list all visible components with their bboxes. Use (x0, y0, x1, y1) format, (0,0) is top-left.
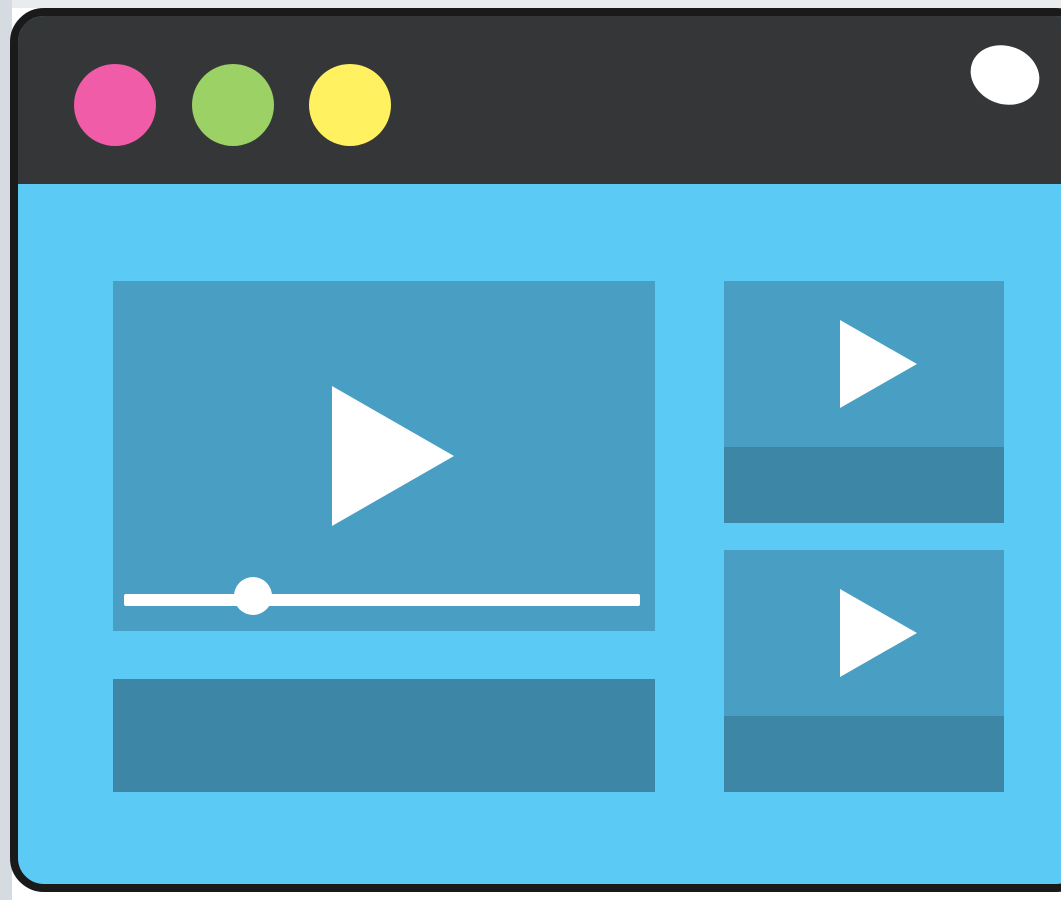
window-menu-icon[interactable] (962, 35, 1048, 115)
background-top-strip (0, 0, 1061, 8)
maximize-button[interactable] (309, 64, 391, 146)
side-video-thumbnail-1[interactable] (724, 281, 1004, 523)
play-icon (840, 589, 917, 677)
side-video-caption-1 (724, 447, 1004, 523)
video-description-panel (113, 679, 655, 792)
progress-bar[interactable] (124, 594, 640, 606)
title-bar (18, 16, 1061, 184)
close-button[interactable] (74, 64, 156, 146)
side-video-thumbnail-2[interactable] (724, 550, 1004, 792)
play-icon (840, 320, 917, 408)
play-icon[interactable] (332, 386, 454, 526)
browser-window (10, 8, 1061, 892)
main-video-player[interactable] (113, 281, 655, 631)
side-video-caption-2 (724, 716, 1004, 792)
progress-knob[interactable] (234, 577, 272, 615)
minimize-button[interactable] (192, 64, 274, 146)
